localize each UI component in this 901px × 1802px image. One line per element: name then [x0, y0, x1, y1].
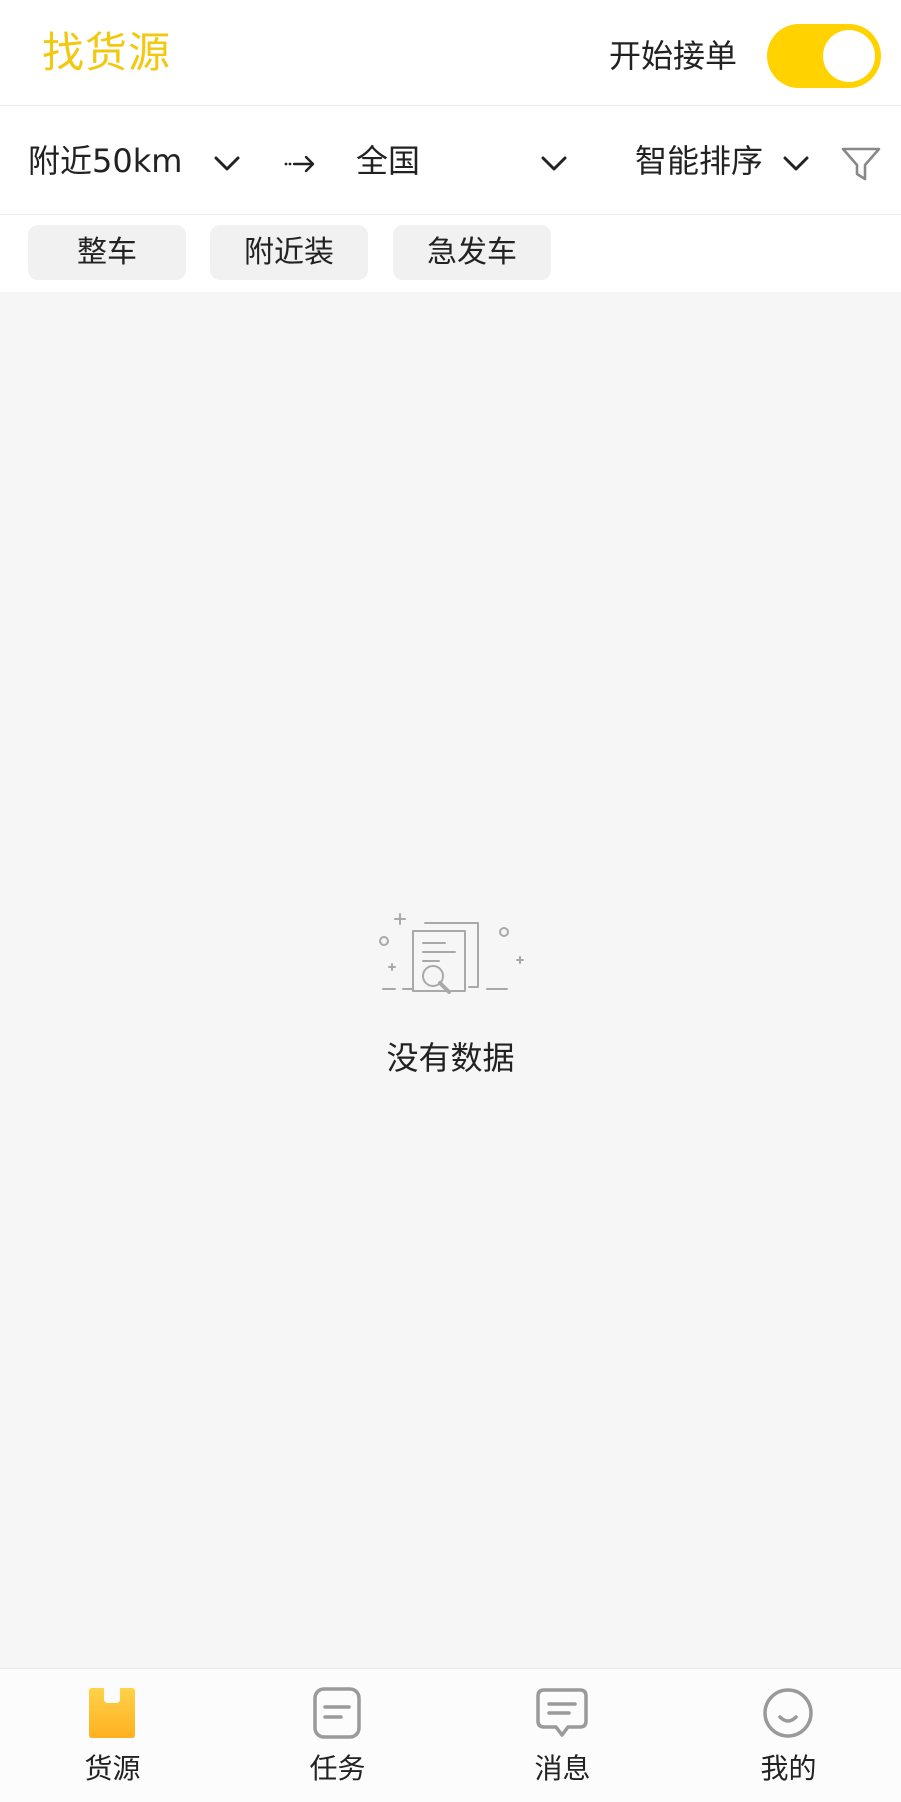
page: 找货源 开始接单 附近50km 全国 智能排序 整车 附近装 急发车 没有数据 … — [0, 0, 901, 1802]
task-list-icon — [313, 1687, 361, 1739]
nav-item-cargo[interactable]: 货源 — [0, 1669, 225, 1802]
chip-full-truck[interactable]: 整车 — [28, 225, 186, 280]
chevron-down-icon[interactable] — [780, 147, 812, 179]
chip-urgent-departure[interactable]: 急发车 — [393, 225, 551, 280]
quick-filter-chips: 整车 附近装 急发车 — [0, 216, 901, 292]
origin-filter[interactable]: 附近50km — [28, 141, 182, 181]
nav-item-mine[interactable]: 我的 — [676, 1669, 901, 1802]
accept-orders-label: 开始接单 — [609, 37, 738, 75]
nav-label: 任务 — [309, 1752, 366, 1785]
nav-item-messages[interactable]: 消息 — [450, 1669, 675, 1802]
arrow-right-icon — [284, 155, 315, 173]
smiley-icon — [763, 1688, 813, 1738]
nav-label: 货源 — [84, 1752, 141, 1785]
empty-state-text: 没有数据 — [386, 1039, 515, 1077]
page-title: 找货源 — [42, 28, 172, 77]
filter-funnel-icon[interactable] — [840, 143, 882, 185]
accept-orders-toggle[interactable] — [767, 24, 881, 88]
empty-documents-icon — [379, 913, 524, 994]
nav-label: 消息 — [534, 1752, 591, 1785]
filter-bar: 附近50km 全国 智能排序 — [0, 107, 901, 215]
destination-filter[interactable]: 全国 — [356, 141, 420, 181]
toggle-knob — [823, 30, 875, 82]
chip-nearby-loading[interactable]: 附近装 — [210, 225, 368, 280]
message-icon — [536, 1688, 588, 1737]
cargo-list: 没有数据 — [0, 292, 901, 1668]
chevron-down-icon[interactable] — [538, 147, 570, 179]
box-icon — [89, 1688, 135, 1738]
nav-item-tasks[interactable]: 任务 — [225, 1669, 450, 1802]
sort-filter[interactable]: 智能排序 — [635, 141, 763, 181]
chevron-down-icon[interactable] — [211, 147, 243, 179]
header: 找货源 开始接单 — [0, 0, 901, 106]
bottom-nav: 货源 任务 消息 我的 — [0, 1668, 901, 1802]
nav-label: 我的 — [760, 1752, 817, 1785]
